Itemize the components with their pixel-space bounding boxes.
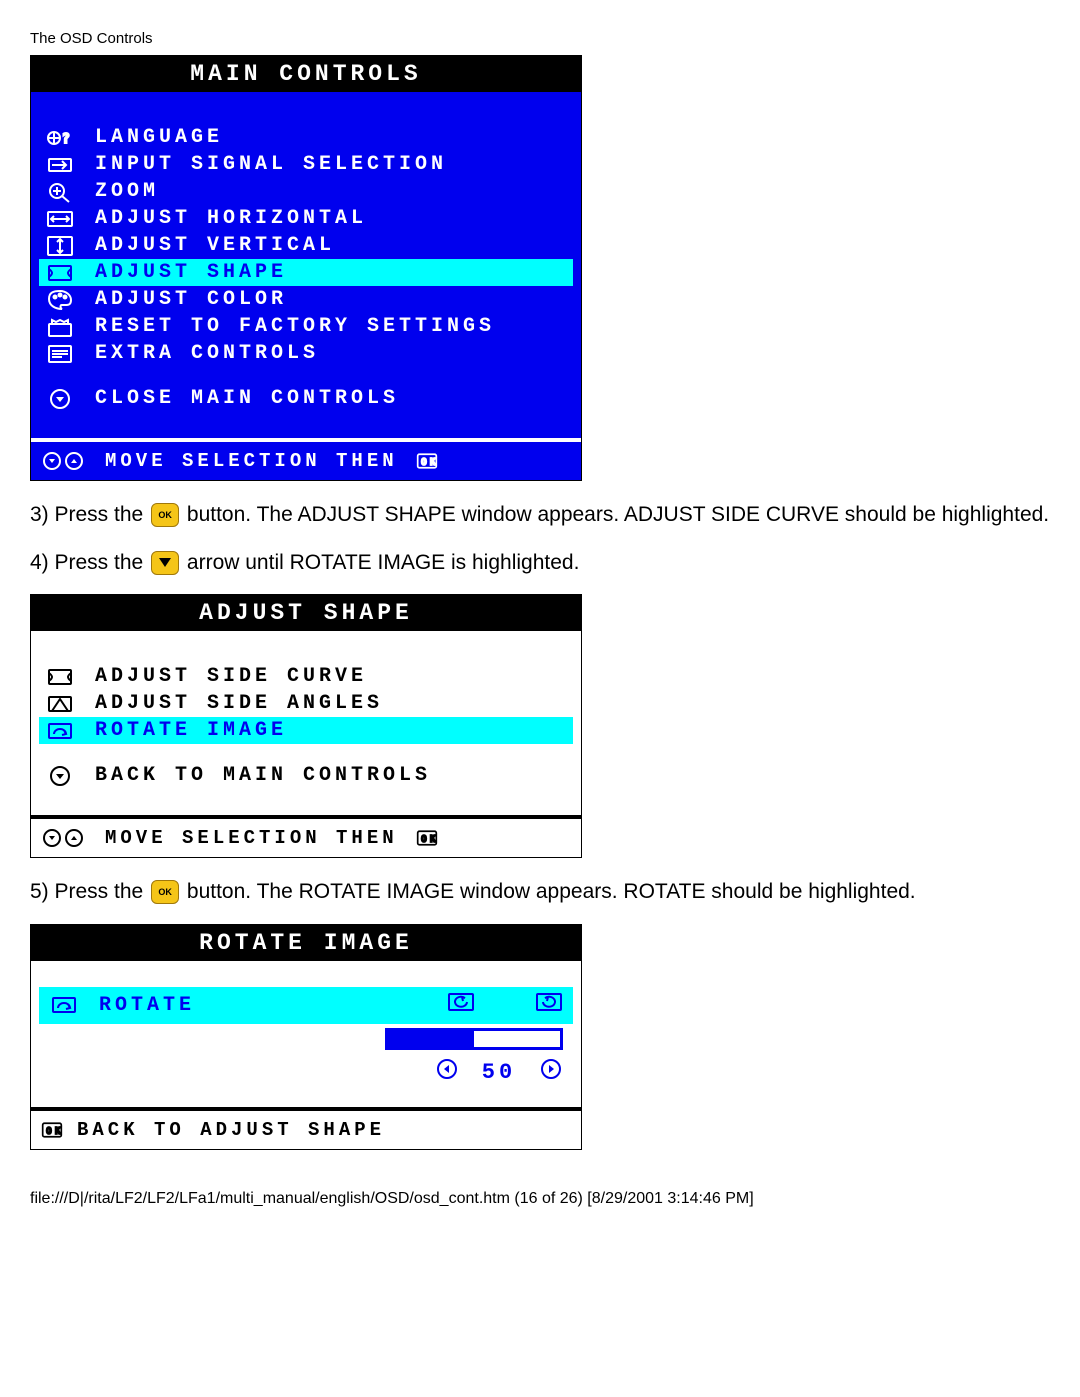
footer-label: MOVE SELECTION THEN (105, 450, 398, 472)
menu-item-back-main[interactable]: BACK TO MAIN CONTROLS (39, 762, 573, 789)
up-down-icons (41, 828, 85, 848)
ok-icon: OK (41, 1120, 63, 1140)
instruction-step-4: 4) Press the arrow until ROTATE IMAGE is… (30, 547, 1050, 579)
page-title: The OSD Controls (30, 30, 1050, 47)
side-curve-icon (45, 666, 75, 688)
rotate-row[interactable]: ROTATE (39, 987, 573, 1024)
adjust-shape-footer: MOVE SELECTION THEN OK (31, 819, 581, 857)
up-down-icons (41, 451, 85, 471)
rotate-cw-icon[interactable] (535, 991, 563, 1020)
menu-item-label: RESET TO FACTORY SETTINGS (95, 315, 495, 338)
text: button. The ROTATE IMAGE window appears.… (187, 880, 916, 903)
rotate-icon (49, 994, 79, 1016)
menu-item-label: ADJUST HORIZONTAL (95, 207, 367, 230)
menu-item-close[interactable]: CLOSE MAIN CONTROLS (39, 385, 573, 412)
menu-item-label: ADJUST SIDE ANGLES (95, 692, 383, 715)
rotate-image-header: ROTATE IMAGE (31, 925, 581, 961)
text: 5) Press the (30, 880, 149, 903)
down-arrow-button-icon (151, 551, 179, 575)
rotate-ccw-icon[interactable] (447, 991, 475, 1020)
menu-item-adjust-horizontal[interactable]: ADJUST HORIZONTAL (39, 205, 573, 232)
svg-text:OK: OK (46, 1126, 63, 1137)
menu-item-reset[interactable]: RESET TO FACTORY SETTINGS (39, 313, 573, 340)
menu-item-label: EXTRA CONTROLS (95, 342, 319, 365)
menu-item-label: ROTATE IMAGE (95, 719, 287, 742)
menu-item-zoom[interactable]: ZOOM (39, 178, 573, 205)
ok-button-icon (151, 503, 179, 527)
menu-item-adjust-shape[interactable]: ADJUST SHAPE (39, 259, 573, 286)
menu-item-rotate-image[interactable]: ROTATE IMAGE (39, 717, 573, 744)
menu-item-label: ADJUST VERTICAL (95, 234, 335, 257)
rotate-image-footer: OK BACK TO ADJUST SHAPE (31, 1111, 581, 1149)
close-down-icon (45, 388, 75, 410)
menu-item-label: ADJUST SHAPE (95, 261, 287, 284)
back-down-icon (45, 765, 75, 787)
instruction-step-3: 3) Press the button. The ADJUST SHAPE wi… (30, 499, 1050, 531)
footer-label: BACK TO ADJUST SHAPE (77, 1119, 385, 1141)
reset-icon (45, 316, 75, 338)
menu-item-adjust-color[interactable]: ADJUST COLOR (39, 286, 573, 313)
text: 3) Press the (30, 503, 149, 526)
adjust-color-icon (45, 289, 75, 311)
rotate-image-panel: ROTATE IMAGE ROTATE (30, 924, 582, 1150)
side-angles-icon (45, 693, 75, 715)
instruction-step-5: 5) Press the button. The ROTATE IMAGE wi… (30, 876, 1050, 908)
main-controls-header: MAIN CONTROLS (31, 56, 581, 92)
adjust-shape-icon (45, 262, 75, 284)
svg-text:OK: OK (421, 834, 438, 845)
adjust-shape-panel: ADJUST SHAPE ADJUST SIDE CURVE ADJUST SI… (30, 594, 582, 858)
menu-item-label: INPUT SIGNAL SELECTION (95, 153, 447, 176)
menu-item-label: ADJUST COLOR (95, 288, 287, 311)
ok-icon: OK (416, 828, 438, 848)
adjust-vertical-icon (45, 235, 75, 257)
rotate-progress-bar (385, 1028, 563, 1050)
main-controls-panel: MAIN CONTROLS ? LANGUAGE INPUT SIGNAL SE… (30, 55, 582, 481)
ok-icon: OK (416, 451, 438, 471)
rotate-bar-row (39, 1024, 573, 1054)
increment-icon[interactable] (539, 1058, 563, 1087)
menu-item-label: LANGUAGE (95, 126, 223, 149)
menu-item-label: CLOSE MAIN CONTROLS (95, 387, 399, 410)
text: arrow until ROTATE IMAGE is highlighted. (187, 551, 580, 574)
footer-label: MOVE SELECTION THEN (105, 827, 398, 849)
menu-item-language[interactable]: ? LANGUAGE (39, 124, 573, 151)
rotate-image-icon (45, 720, 75, 742)
text: button. The ADJUST SHAPE window appears.… (187, 503, 1049, 526)
decrement-icon[interactable] (435, 1058, 459, 1087)
menu-item-label: ADJUST SIDE CURVE (95, 665, 367, 688)
input-signal-icon (45, 154, 75, 176)
menu-item-label: BACK TO MAIN CONTROLS (95, 764, 431, 787)
text: 4) Press the (30, 551, 149, 574)
menu-item-side-angles[interactable]: ADJUST SIDE ANGLES (39, 690, 573, 717)
rotate-value-row: 50 (39, 1054, 573, 1099)
main-controls-footer: MOVE SELECTION THEN OK (31, 442, 581, 480)
rotate-value: 50 (477, 1060, 521, 1085)
extra-controls-icon (45, 343, 75, 365)
menu-item-input-signal[interactable]: INPUT SIGNAL SELECTION (39, 151, 573, 178)
svg-text:OK: OK (421, 457, 438, 468)
menu-item-side-curve[interactable]: ADJUST SIDE CURVE (39, 663, 573, 690)
zoom-icon (45, 181, 75, 203)
adjust-horizontal-icon (45, 208, 75, 230)
adjust-shape-header: ADJUST SHAPE (31, 595, 581, 631)
menu-item-label: ZOOM (95, 180, 159, 203)
ok-button-icon (151, 880, 179, 904)
menu-item-extra-controls[interactable]: EXTRA CONTROLS (39, 340, 573, 367)
svg-text:?: ? (62, 132, 74, 147)
language-icon: ? (45, 127, 75, 149)
menu-item-adjust-vertical[interactable]: ADJUST VERTICAL (39, 232, 573, 259)
footer-path: file:///D|/rita/LF2/LF2/LFa1/multi_manua… (30, 1190, 1050, 1208)
rotate-label: ROTATE (99, 994, 195, 1017)
